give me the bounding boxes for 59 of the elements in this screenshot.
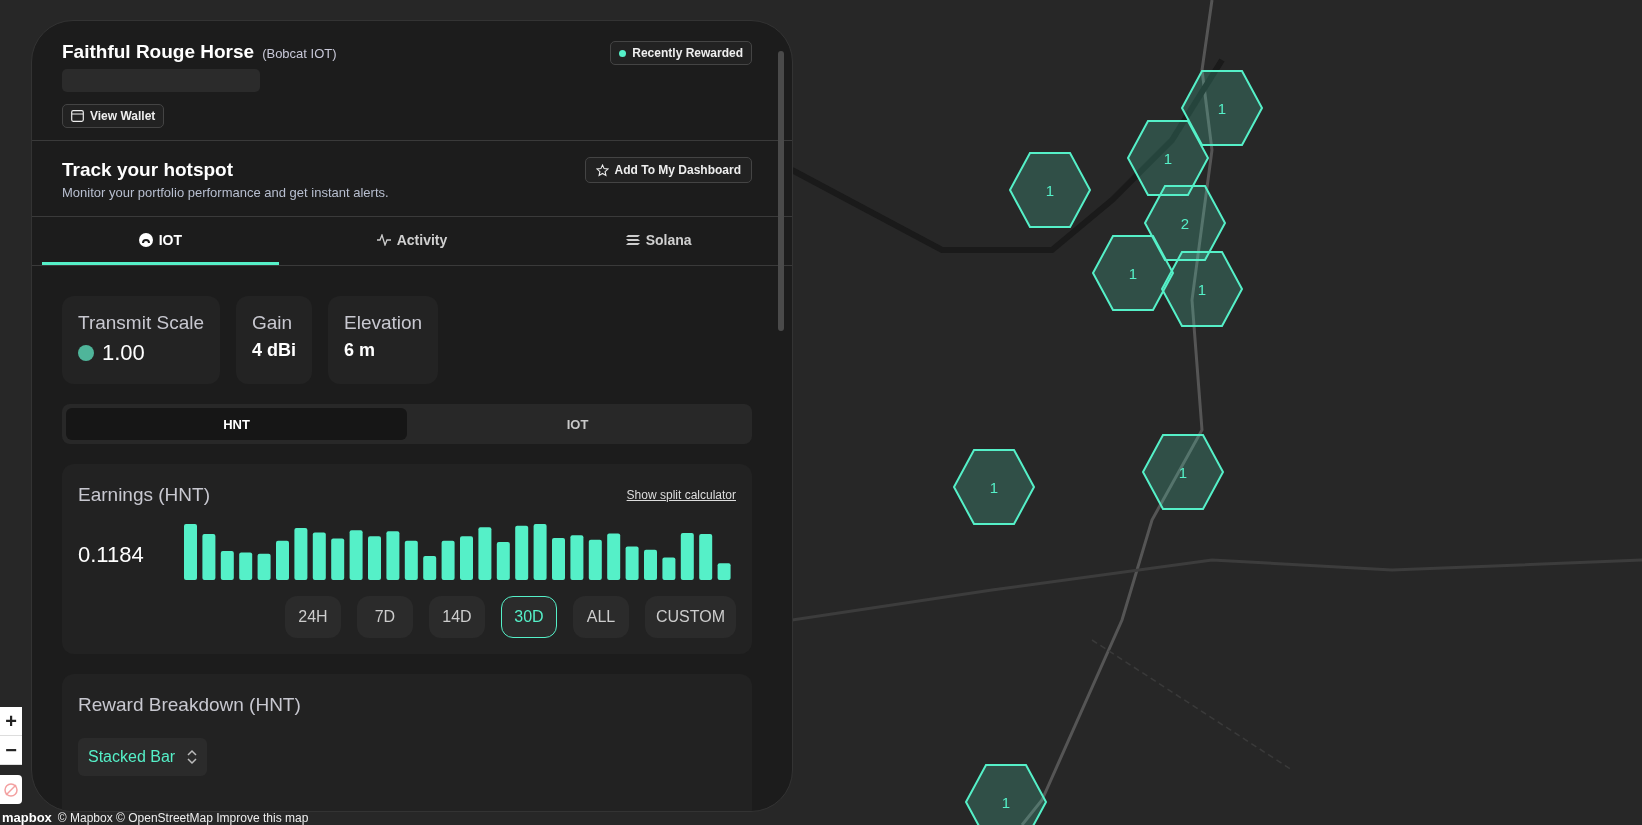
hex-count: 2 [1180,215,1190,231]
add-dashboard-button[interactable]: Add To My Dashboard [584,157,752,183]
hex-count: 1 [1178,464,1188,480]
range-button[interactable]: 30D [500,596,557,638]
hexagon-marker[interactable] [1160,249,1244,329]
stat-value: 1.00 [102,340,145,366]
hexagon-marker[interactable] [1008,150,1092,230]
tab[interactable]: Solana [535,217,782,265]
hexagon-marker[interactable] [1143,183,1227,263]
hex-count: 1 [989,479,999,495]
hex-count: 1 [1217,100,1227,116]
compass-icon [3,781,19,798]
hotspot-model: (Bobcat IOT) [262,46,337,61]
range-button[interactable]: 7D [356,596,413,638]
hex-count: 1 [1045,182,1055,198]
view-wallet-button[interactable]: View Wallet [62,104,165,128]
reward-breakdown-title: Reward Breakdown (HNT) [78,694,302,716]
range-button[interactable]: CUSTOM [644,596,736,638]
stat-value: 4 dBi [252,340,296,361]
hexagon-marker[interactable] [964,762,1048,825]
hexagon-marker[interactable] [952,447,1036,527]
hexagon-marker[interactable] [1091,233,1175,313]
star-icon [595,163,609,177]
range-button[interactable]: ALL [572,596,629,638]
token-option[interactable]: HNT [66,408,407,440]
map-logo[interactable]: mapbox [2,811,52,824]
stripes-logo-icon [625,233,640,246]
scrollbar[interactable] [778,51,784,331]
earnings-total: 0.1184 [78,542,145,568]
token-logo-icon [138,232,153,247]
split-calculator-link[interactable]: Show split calculator [626,488,736,502]
activity-icon [376,233,391,246]
range-button[interactable]: 14D [428,596,485,638]
chart-type-select[interactable]: Stacked Bar [78,738,208,776]
zoom-in-button[interactable]: + [0,707,22,736]
hotspot-name: Faithful Rouge Horse [62,41,255,63]
stat-value: 6 m [344,340,376,361]
wallet-icon [71,110,84,122]
map-attribution: © Mapbox © OpenStreetMap Improve this map [57,811,309,824]
earnings-title: Earnings (HNT) [78,484,210,506]
tab[interactable]: Activity [288,217,536,265]
stat-label: Gain [252,312,294,334]
status-badge: Recently Rewarded [610,41,752,65]
chevrons-icon [187,749,198,765]
hex-count: 1 [1128,265,1138,281]
stat-label: Transmit Scale [78,312,204,334]
stat-label: Elevation [344,312,423,334]
range-button[interactable]: 24H [284,596,341,638]
hexagon-marker[interactable] [1126,118,1210,198]
track-title: Track your hotspot [62,159,235,181]
tab[interactable]: IOT [42,217,279,265]
hex-count: 1 [1163,150,1173,166]
hex-count: 1 [1001,794,1011,810]
token-option[interactable]: IOT [407,408,748,440]
scale-indicator-icon [78,345,94,361]
track-subtitle: Monitor your portfolio performance and get instant alerts. [62,185,389,200]
hexagon-marker[interactable] [1141,432,1225,512]
hexagon-marker[interactable] [1180,68,1264,148]
hex-count: 1 [1197,281,1207,297]
